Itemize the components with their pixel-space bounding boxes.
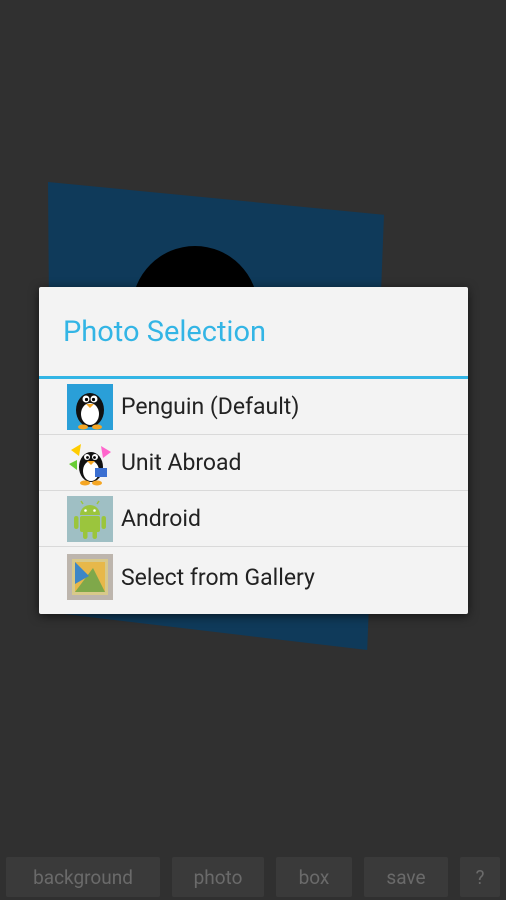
option-unit-abroad[interactable]: Unit Abroad <box>39 435 468 491</box>
photo-option-list: Penguin (Default) Unit Abroad Android Se… <box>39 379 468 607</box>
option-penguin[interactable]: Penguin (Default) <box>39 379 468 435</box>
option-select-from-gallery[interactable]: Select from Gallery <box>39 547 468 607</box>
box-button[interactable]: box <box>276 857 352 897</box>
photo-selection-dialog: Photo Selection Penguin (Default) Unit A… <box>39 287 468 614</box>
gallery-icon <box>67 554 113 600</box>
help-button[interactable]: ? <box>460 857 500 897</box>
option-android[interactable]: Android <box>39 491 468 547</box>
option-label: Select from Gallery <box>121 563 315 591</box>
save-button[interactable]: save <box>364 857 448 897</box>
photo-button[interactable]: photo <box>172 857 264 897</box>
unit-abroad-icon <box>67 439 113 486</box>
background-button[interactable]: background <box>6 857 160 897</box>
android-icon <box>67 495 113 542</box>
dialog-title: Photo Selection <box>39 287 468 379</box>
option-label: Penguin (Default) <box>121 393 300 420</box>
option-label: Android <box>121 505 201 532</box>
option-label: Unit Abroad <box>121 449 242 476</box>
bottom-toolbar: background photo box save ? <box>0 856 506 900</box>
penguin-icon <box>67 383 113 430</box>
